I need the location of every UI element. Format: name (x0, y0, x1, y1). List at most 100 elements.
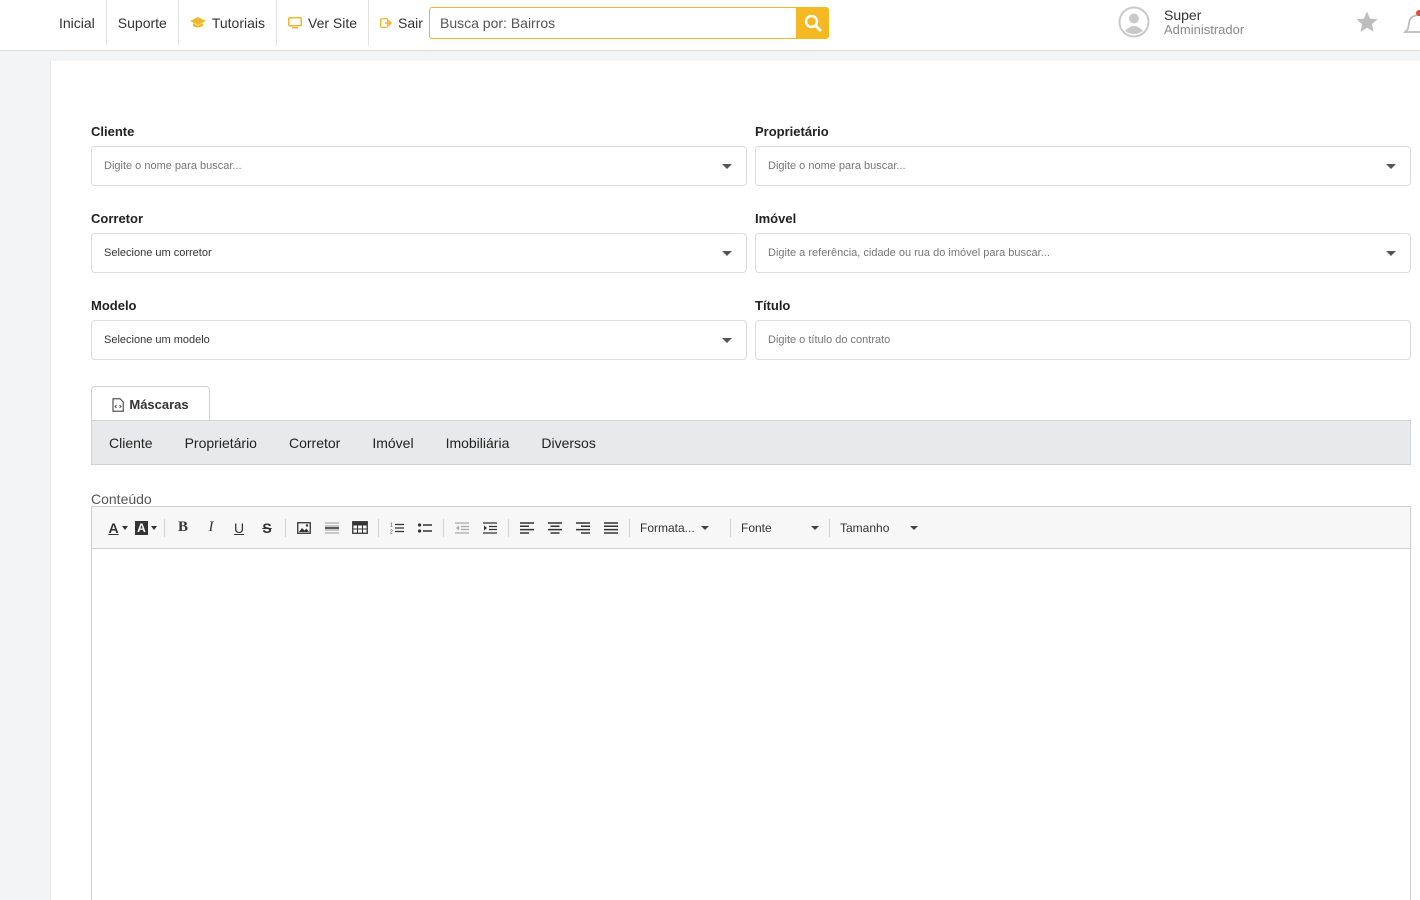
chevron-down-icon (121, 525, 128, 530)
proprietario-label: Proprietário (755, 124, 829, 139)
nav-item-label: Sair (398, 15, 423, 31)
nav-item-tutoriais[interactable]: Tutoriais (179, 0, 278, 46)
search-icon (804, 14, 822, 32)
content-label: Conteúdo (91, 491, 152, 507)
search-input[interactable] (429, 7, 796, 39)
file-code-icon (112, 397, 125, 412)
mask-diversos[interactable]: Diversos (525, 435, 611, 451)
bell-icon[interactable] (1402, 10, 1420, 41)
nav-item-inicial[interactable]: Inicial (48, 0, 107, 46)
toolbar-separator (443, 518, 444, 537)
imovel-placeholder: Digite a referência, cidade ou rua do im… (768, 247, 1050, 259)
mask-imovel[interactable]: Imóvel (356, 435, 429, 451)
nav-item-label: Inicial (59, 15, 95, 31)
user-name: Super (1164, 6, 1202, 23)
toolbar-separator (508, 518, 509, 537)
top-bar: Inicial Suporte Tutoriais Ver Site Sair (0, 0, 1420, 51)
titulo-label: Título (755, 298, 791, 313)
cliente-label: Cliente (91, 124, 135, 139)
toolbar-separator (829, 518, 830, 537)
nav-item-label: Suporte (117, 15, 167, 31)
search-bar (429, 7, 829, 39)
nav-item-suporte[interactable]: Suporte (107, 0, 179, 46)
chevron-down-icon (722, 251, 732, 256)
outdent-icon[interactable] (450, 516, 474, 540)
chevron-down-icon (150, 525, 157, 530)
mask-corretor[interactable]: Corretor (273, 435, 356, 451)
nav-item-ver-site[interactable]: Ver Site (277, 0, 370, 46)
search-button[interactable] (796, 7, 829, 39)
font-color-button[interactable]: A (106, 516, 130, 540)
toolbar-separator (629, 518, 630, 537)
tab-mascaras[interactable]: Máscaras (91, 386, 210, 422)
background-color-button[interactable]: A (134, 516, 158, 540)
italic-button[interactable]: I (199, 516, 223, 540)
corretor-value: Selecione um corretor (104, 247, 212, 259)
unordered-list-icon[interactable] (413, 516, 437, 540)
format-dropdown[interactable]: Formata... (634, 516, 726, 540)
masks-bar: Cliente Proprietário Corretor Imóvel Imo… (91, 420, 1411, 465)
nav-item-label: Tutoriais (211, 15, 266, 31)
user-menu[interactable]: Super Administrador (1118, 6, 1244, 38)
corretor-label: Corretor (91, 211, 144, 226)
align-left-icon[interactable] (515, 516, 539, 540)
font-label: Fonte (741, 520, 772, 535)
chevron-down-icon (722, 164, 732, 169)
chevron-down-icon (700, 525, 709, 530)
align-right-icon[interactable] (571, 516, 595, 540)
nav-item-label: Ver Site (308, 15, 358, 31)
imovel-label: Imóvel (755, 211, 797, 226)
chevron-down-icon (910, 525, 918, 530)
main-nav: Inicial Suporte Tutoriais Ver Site Sair (48, 0, 434, 46)
monitor-icon (288, 17, 303, 29)
modelo-label: Modelo (91, 298, 137, 313)
rich-text-editor: A A B I U S 12 Formata... Fonte Tamanho (91, 506, 1411, 900)
nav-item-sair[interactable]: Sair (369, 0, 434, 46)
format-label: Formata... (640, 520, 695, 535)
toolbar-separator (378, 518, 379, 537)
corretor-select[interactable]: Selecione um corretor (91, 233, 747, 273)
mask-cliente[interactable]: Cliente (93, 435, 169, 451)
chevron-down-icon (811, 525, 819, 530)
font-dropdown[interactable]: Fonte (735, 516, 825, 540)
toolbar-separator (164, 518, 165, 537)
mask-proprietario[interactable]: Proprietário (169, 435, 273, 451)
size-dropdown[interactable]: Tamanho (834, 516, 924, 540)
chevron-down-icon (722, 338, 732, 343)
modelo-select[interactable]: Selecione um modelo (91, 320, 747, 360)
cliente-select[interactable]: Digite o nome para buscar... (91, 146, 747, 186)
bold-button[interactable]: B (171, 516, 195, 540)
imovel-select[interactable]: Digite a referência, cidade ou rua do im… (755, 233, 1411, 273)
editor-toolbar: A A B I U S 12 Formata... Fonte Tamanho (92, 507, 1410, 549)
star-icon[interactable] (1355, 10, 1379, 39)
toolbar-separator (285, 518, 286, 537)
proprietario-placeholder: Digite o nome para buscar... (768, 160, 906, 172)
tab-label: Máscaras (129, 397, 189, 412)
svg-text:2: 2 (390, 529, 393, 534)
horizontal-rule-icon[interactable] (320, 516, 344, 540)
mask-imobiliaria[interactable]: Imobiliária (430, 435, 526, 451)
toolbar-separator (730, 518, 731, 537)
table-icon[interactable] (348, 516, 372, 540)
avatar (1118, 6, 1150, 38)
editor-body[interactable] (92, 549, 1410, 900)
titulo-input[interactable] (755, 320, 1411, 360)
svg-text:1: 1 (390, 522, 393, 528)
sign-out-icon (380, 17, 393, 29)
strikethrough-button[interactable]: S (255, 516, 279, 540)
align-center-icon[interactable] (543, 516, 567, 540)
font-color-glyph: A (108, 519, 119, 536)
modelo-value: Selecione um modelo (104, 334, 210, 346)
proprietario-select[interactable]: Digite o nome para buscar... (755, 146, 1411, 186)
graduation-cap-icon (189, 17, 206, 29)
background-color-glyph: A (135, 520, 148, 535)
ordered-list-icon[interactable]: 12 (385, 516, 409, 540)
indent-icon[interactable] (478, 516, 502, 540)
image-icon[interactable] (292, 516, 316, 540)
chevron-down-icon (1386, 251, 1396, 256)
align-justify-icon[interactable] (599, 516, 623, 540)
contract-form-card: Cliente Digite o nome para buscar... Pro… (50, 61, 1420, 900)
underline-button[interactable]: U (227, 516, 251, 540)
cliente-placeholder: Digite o nome para buscar... (104, 160, 242, 172)
user-role: Administrador (1164, 21, 1245, 37)
